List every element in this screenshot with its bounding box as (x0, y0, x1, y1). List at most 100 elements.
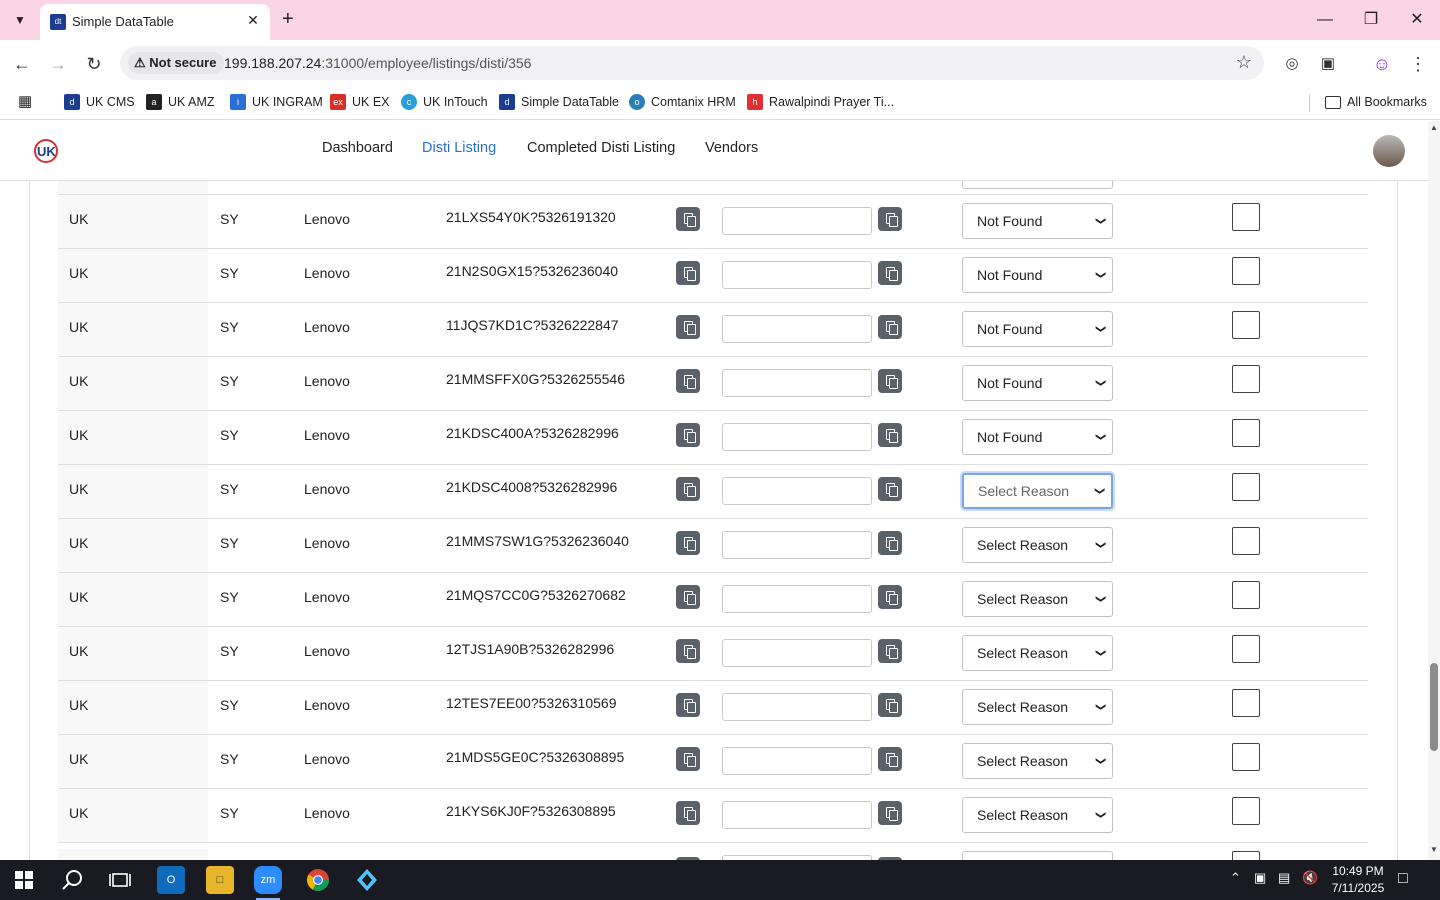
app-icon[interactable] (353, 866, 381, 894)
reason-select[interactable]: Select Reason ❯ (962, 797, 1113, 833)
copy-sku-button[interactable] (676, 261, 700, 285)
minimize-icon[interactable]: — (1310, 6, 1340, 34)
reason-select[interactable]: Not Found ❯ (962, 311, 1113, 347)
paste-value-button[interactable] (878, 747, 902, 771)
value-input[interactable] (722, 423, 872, 451)
value-input[interactable] (722, 747, 872, 775)
value-input[interactable] (722, 801, 872, 829)
reason-select[interactable] (962, 851, 1113, 860)
avatar[interactable] (1373, 135, 1405, 167)
value-input[interactable] (722, 639, 872, 667)
forward-icon[interactable]: → (46, 52, 70, 76)
paste-value-button[interactable] (878, 207, 902, 231)
copy-sku-button[interactable] (676, 423, 700, 447)
paste-value-button[interactable] (878, 639, 902, 663)
file-explorer-icon[interactable]: □ (206, 866, 234, 894)
bookmark-uk-intouch[interactable]: c UK InTouch (401, 93, 488, 111)
outlook-icon[interactable]: O (157, 866, 185, 894)
row-checkbox[interactable] (1232, 851, 1260, 860)
nav-completed-disti-listing[interactable]: Completed Disti Listing (527, 140, 675, 156)
row-checkbox[interactable] (1232, 581, 1260, 609)
paste-value-button[interactable] (878, 261, 902, 285)
bookmark-uk-amz[interactable]: a UK AMZ (146, 93, 215, 111)
bookmark-simple-datatable[interactable]: d Simple DataTable (499, 93, 619, 111)
value-input[interactable] (722, 477, 872, 505)
new-tab-icon[interactable]: + (282, 8, 294, 30)
system-clock[interactable]: 10:49 PM 7/11/2025 (1326, 863, 1390, 897)
row-checkbox[interactable] (1232, 689, 1260, 717)
zoom-icon[interactable]: zm (254, 866, 282, 900)
copy-sku-button[interactable] (676, 369, 700, 393)
reason-select[interactable]: Select Reason ❯ (962, 689, 1113, 725)
bookmark-uk-cms[interactable]: d UK CMS (64, 93, 135, 111)
tab-search-icon[interactable]: ▼ (8, 8, 32, 32)
row-checkbox[interactable] (1232, 635, 1260, 663)
security-tray-icon[interactable]: ▣ (1254, 870, 1266, 886)
nav-dashboard[interactable]: Dashboard (322, 140, 393, 156)
value-input[interactable] (722, 315, 872, 343)
security-indicator[interactable]: ⚠ Not secure (128, 52, 225, 74)
value-input[interactable] (722, 207, 872, 235)
copy-sku-button[interactable] (676, 207, 700, 231)
row-checkbox[interactable] (1232, 473, 1260, 501)
restore-icon[interactable]: ❐ (1356, 6, 1386, 34)
bookmark-star-icon[interactable]: ☆ (1236, 52, 1252, 73)
close-window-icon[interactable]: ✕ (1402, 6, 1432, 34)
scroll-down-icon[interactable]: ▼ (1428, 845, 1440, 854)
bookmark-prayer-times[interactable]: h Rawalpindi Prayer Ti... (747, 93, 894, 111)
reason-select[interactable]: Not Found ❯ (962, 257, 1113, 293)
copy-sku-button[interactable] (676, 639, 700, 663)
copy-sku-button[interactable] (676, 531, 700, 555)
paste-value-button[interactable] (878, 423, 902, 447)
chrome-icon[interactable] (304, 866, 332, 894)
paste-value-button[interactable] (878, 693, 902, 717)
notifications-icon[interactable]: □ (1398, 870, 1408, 888)
browser-tab[interactable]: dt Simple DataTable ✕ (40, 4, 270, 40)
paste-value-button[interactable] (878, 369, 902, 393)
task-view-icon[interactable] (106, 866, 134, 894)
bookmark-comtanix-hrm[interactable]: o Comtanix HRM (629, 93, 736, 111)
paste-value-button[interactable] (878, 531, 902, 555)
paste-value-button[interactable] (878, 801, 902, 825)
reason-select[interactable]: Select Reason ❯ (962, 635, 1113, 671)
reason-select[interactable]: Select Reason ❯ (962, 473, 1113, 509)
reason-select[interactable]: Not Found ❯ (962, 203, 1113, 239)
paste-value-button[interactable] (878, 315, 902, 339)
all-bookmarks[interactable]: All Bookmarks (1325, 93, 1427, 111)
network-icon[interactable]: ▤ (1278, 870, 1290, 886)
bookmark-uk-ingram[interactable]: i UK INGRAM (230, 93, 323, 111)
row-checkbox[interactable] (1232, 257, 1260, 285)
row-checkbox[interactable] (1232, 419, 1260, 447)
copy-sku-button[interactable] (676, 747, 700, 771)
bookmark-uk-ex[interactable]: ex UK EX (330, 93, 390, 111)
reason-select[interactable]: Select Reason ❯ (962, 743, 1113, 779)
reason-select[interactable] (962, 181, 1113, 189)
apps-grid-icon[interactable]: ▦ (18, 93, 32, 111)
reload-icon[interactable]: ↻ (82, 52, 106, 76)
back-icon[interactable]: ← (10, 52, 34, 76)
copy-sku-button[interactable] (676, 585, 700, 609)
extensions-icon[interactable]: ▣ (1316, 52, 1340, 76)
reason-select[interactable]: Not Found ❯ (962, 419, 1113, 455)
value-input[interactable] (722, 531, 872, 559)
page-scrollbar[interactable]: ▲ ▼ (1428, 121, 1440, 860)
copy-sku-button[interactable] (676, 693, 700, 717)
row-checkbox[interactable] (1232, 527, 1260, 555)
nav-disti-listing[interactable]: Disti Listing (422, 140, 496, 156)
menu-icon[interactable]: ⋮ (1406, 52, 1430, 76)
copy-sku-button[interactable] (676, 315, 700, 339)
search-icon[interactable] (58, 866, 86, 894)
scroll-up-icon[interactable]: ▲ (1428, 123, 1440, 132)
reason-select[interactable]: Select Reason ❯ (962, 527, 1113, 563)
start-icon[interactable] (10, 866, 38, 894)
paste-value-button[interactable] (878, 477, 902, 501)
globe-icon[interactable]: ◎ (1280, 52, 1304, 76)
uk-logo-icon[interactable]: UK (32, 137, 60, 165)
value-input[interactable] (722, 585, 872, 613)
close-tab-icon[interactable]: ✕ (244, 12, 262, 29)
profile-icon[interactable]: ☺ (1370, 52, 1394, 76)
row-checkbox[interactable] (1232, 797, 1260, 825)
url-text[interactable]: 199.188.207.24:31000/employee/listings/d… (224, 55, 531, 71)
show-hidden-icons-icon[interactable]: ⌃ (1230, 870, 1241, 886)
reason-select[interactable]: Not Found ❯ (962, 365, 1113, 401)
